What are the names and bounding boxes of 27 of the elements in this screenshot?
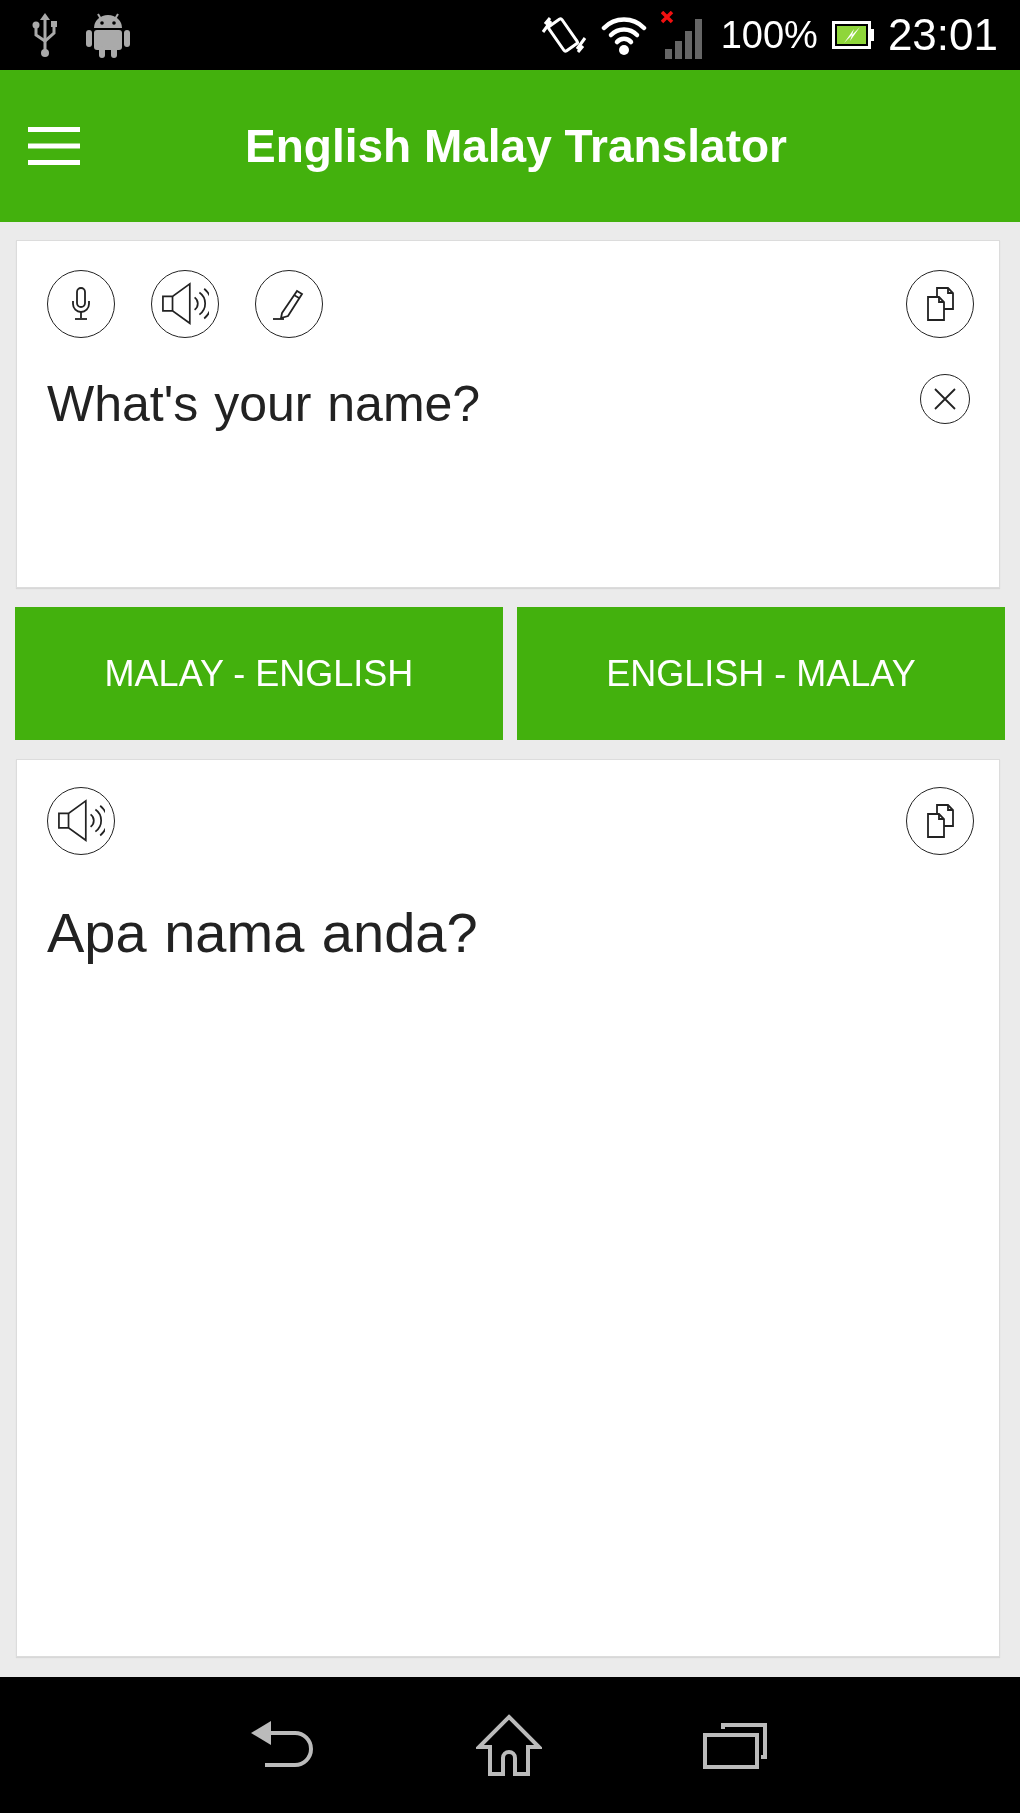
app-title: English Malay Translator bbox=[244, 119, 788, 173]
direction-button[interactable]: ENGLISH - MALAY bbox=[517, 607, 1005, 740]
clock-time: 23:01 bbox=[887, 13, 998, 57]
back-icon bbox=[250, 1721, 315, 1769]
back-button[interactable] bbox=[250, 1721, 315, 1769]
recent-apps-button[interactable] bbox=[703, 1721, 770, 1769]
translation-text: Apa nama anda? bbox=[47, 900, 479, 966]
copy-icon bbox=[926, 804, 954, 838]
home-icon bbox=[476, 1714, 542, 1776]
speaker-icon bbox=[57, 799, 105, 843]
copy-icon bbox=[926, 287, 954, 321]
battery-charging-icon bbox=[831, 21, 874, 49]
android-robot-icon bbox=[86, 12, 130, 58]
usb-icon bbox=[32, 13, 58, 57]
battery-percent: 100% bbox=[720, 16, 818, 54]
wifi-icon bbox=[600, 14, 647, 56]
pencil-icon bbox=[272, 287, 306, 321]
input-text-field[interactable]: What's your name? bbox=[47, 374, 900, 434]
direction-button[interactable]: MALAY - ENGLISH bbox=[15, 607, 503, 740]
clear-button[interactable] bbox=[920, 374, 970, 424]
menu-icon bbox=[28, 127, 80, 165]
speaker-icon bbox=[161, 282, 209, 326]
menu-button[interactable] bbox=[28, 127, 80, 165]
clear-icon bbox=[934, 388, 956, 410]
home-button[interactable] bbox=[476, 1714, 542, 1776]
microphone-icon bbox=[72, 287, 90, 321]
recent-apps-icon bbox=[703, 1721, 770, 1769]
